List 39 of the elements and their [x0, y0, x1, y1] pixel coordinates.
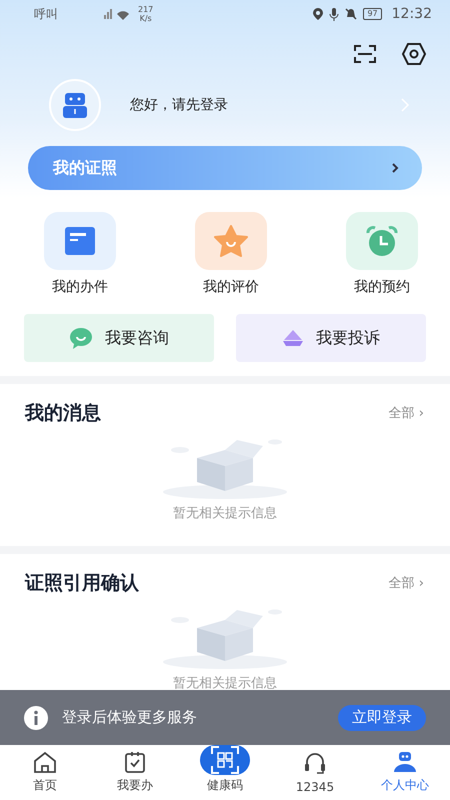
- microphone-icon: [329, 8, 340, 20]
- shortcut-label: 我的办件: [52, 278, 108, 296]
- shortcut-label: 我的预约: [354, 278, 410, 296]
- tab-item[interactable]: 个人中心: [360, 745, 450, 800]
- action-button[interactable]: 我要咨询: [24, 314, 214, 362]
- tab-item[interactable]: 12345: [270, 745, 360, 800]
- section-title: 证照引用确认: [25, 571, 139, 596]
- star-icon: [214, 225, 248, 257]
- tab-item[interactable]: 首页: [0, 745, 90, 800]
- chevron-icon: [391, 162, 400, 174]
- battery-icon: 97: [363, 8, 382, 20]
- status-text: 呼叫: [34, 6, 58, 22]
- tab-item[interactable]: 我要办: [90, 745, 180, 800]
- tab-item[interactable]: 健康码: [180, 745, 270, 800]
- view-all-link[interactable]: 全部 ›: [388, 574, 424, 592]
- status-time: 12:32: [392, 6, 432, 22]
- clipboard-check-icon: [124, 751, 146, 773]
- headset-icon: [304, 752, 326, 776]
- chat-bubble-icon: [69, 327, 93, 349]
- alarm-clock-icon: [365, 225, 399, 257]
- empty-message: 暂无相关提示信息: [173, 505, 277, 522]
- empty-message: 暂无相关提示信息: [173, 675, 277, 692]
- login-button[interactable]: 立即登录: [338, 704, 426, 730]
- login-prompt[interactable]: 您好，请先登录: [130, 96, 400, 114]
- document-icon: [65, 227, 95, 255]
- settings-icon[interactable]: [402, 43, 426, 65]
- user-icon: [393, 751, 417, 773]
- shortcut-label: 我的评价: [203, 278, 259, 296]
- muted-bell-icon: [345, 8, 358, 20]
- network-speed: 217 K/s: [138, 5, 154, 23]
- info-icon: [24, 706, 48, 730]
- banner-message: 登录后体验更多服务: [62, 708, 198, 727]
- location-icon: [313, 8, 324, 20]
- home-icon: [33, 751, 57, 773]
- view-all-link[interactable]: 全部 ›: [388, 404, 424, 422]
- action-button[interactable]: 我要投诉: [236, 314, 426, 362]
- signal-icon: [102, 7, 132, 21]
- scan-icon[interactable]: [354, 45, 376, 63]
- section-title: 我的消息: [25, 401, 101, 426]
